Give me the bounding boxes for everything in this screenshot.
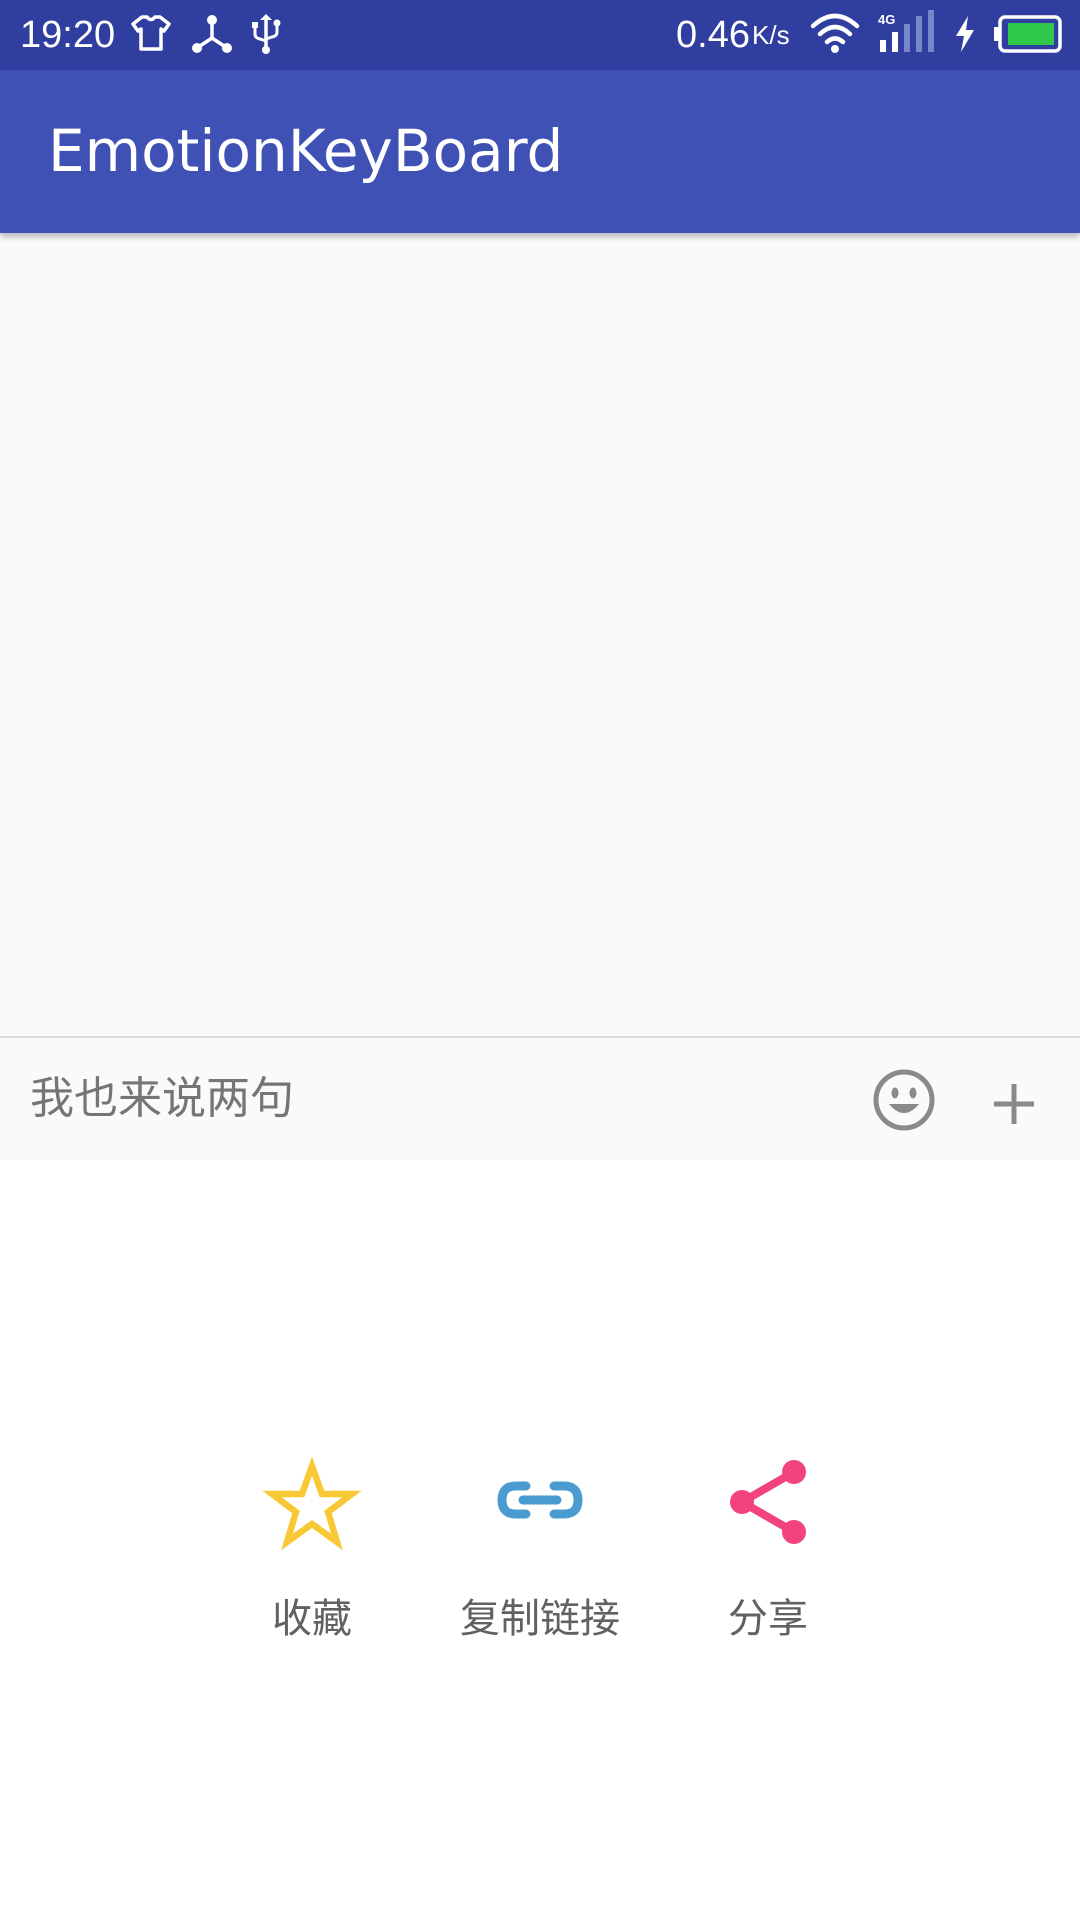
network-hub-icon (190, 12, 234, 60)
battery-icon (992, 14, 1064, 58)
svg-text:4G: 4G (878, 12, 895, 27)
network-speed-unit: K/s (752, 20, 790, 50)
copy-link-label: 复制链接 (460, 1596, 620, 1642)
share-icon (718, 1456, 818, 1556)
plus-icon[interactable] (984, 1074, 1044, 1134)
copy-link-button[interactable]: 复制链接 (440, 1456, 640, 1646)
charging-icon (952, 14, 978, 58)
chat-content-area[interactable] (0, 233, 1080, 1036)
share-button[interactable]: 分享 (668, 1456, 868, 1646)
comment-input[interactable] (30, 1060, 830, 1136)
wifi-icon (810, 10, 860, 60)
star-icon (262, 1456, 362, 1556)
status-time: 19:20 (20, 14, 116, 56)
network-speed: 0.46 (676, 14, 750, 56)
more-actions-panel: 收藏 复制链接 分享 (0, 1160, 1080, 1920)
usb-icon (246, 12, 286, 60)
signal-4g-icon: 4G (876, 10, 938, 60)
share-label: 分享 (728, 1596, 808, 1642)
favorite-label: 收藏 (272, 1596, 352, 1642)
app-screen: 19:20 0.46 K/s 4G EmotionKeyBoard 我也来说两句… (0, 0, 1080, 1920)
tshirt-icon (130, 12, 172, 58)
app-title: EmotionKeyBoard (48, 117, 564, 185)
status-bar: 19:20 0.46 K/s 4G (0, 0, 1080, 70)
favorite-button[interactable]: 收藏 (212, 1456, 412, 1646)
emoji-icon[interactable] (872, 1068, 936, 1132)
app-toolbar: EmotionKeyBoard (0, 70, 1080, 233)
link-icon (490, 1456, 590, 1556)
comment-input-bar (0, 1036, 1080, 1160)
